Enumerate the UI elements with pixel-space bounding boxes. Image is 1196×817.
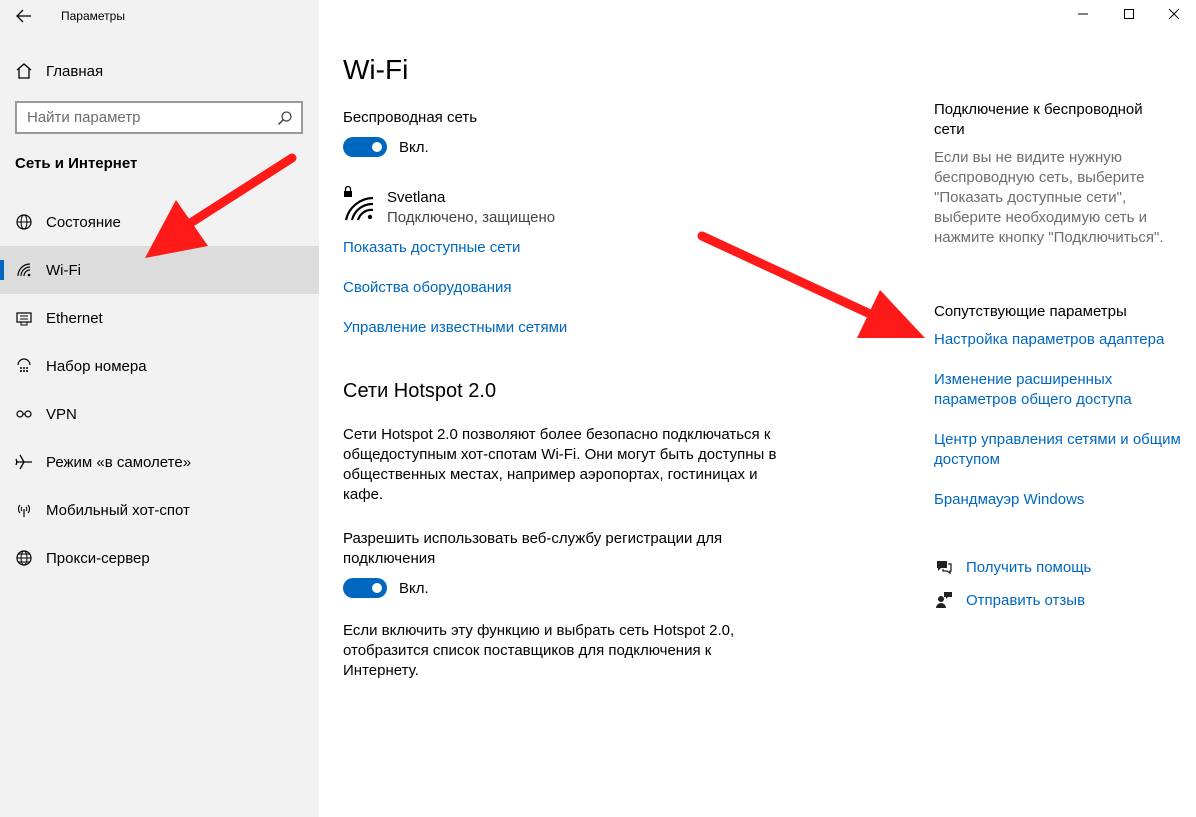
show-available-networks-link[interactable]: Показать доступные сети: [343, 239, 520, 256]
get-help-link[interactable]: Получить помощь: [966, 559, 1091, 576]
adapter-settings-link[interactable]: Настройка параметров адаптера: [934, 330, 1184, 350]
search-input[interactable]: [27, 109, 267, 126]
proxy-globe-icon: [15, 549, 33, 567]
sidebar-item-label: Режим «в самолете»: [46, 453, 192, 471]
sidebar-item-status[interactable]: Состояние: [0, 198, 319, 246]
ethernet-icon: [15, 309, 33, 327]
send-feedback-row[interactable]: Отправить отзыв: [934, 590, 1085, 610]
hotspot-icon: [15, 501, 33, 519]
feedback-person-icon: [934, 590, 954, 610]
network-center-link[interactable]: Центр управления сетями и общим доступом: [934, 430, 1184, 470]
back-arrow-icon[interactable]: [14, 6, 34, 26]
advanced-sharing-link[interactable]: Изменение расширенных параметров общего …: [934, 370, 1184, 410]
search-icon[interactable]: [277, 110, 293, 126]
close-icon: [1168, 8, 1180, 20]
dialup-icon: [15, 357, 33, 375]
hotspot-toggle[interactable]: [343, 578, 387, 598]
sidebar-item-ethernet[interactable]: Ethernet: [0, 294, 319, 342]
hotspot-allow-label: Разрешить использовать веб-службу регист…: [343, 530, 723, 567]
hotspot-title: Сети Hotspot 2.0: [343, 380, 497, 402]
minimize-button[interactable]: [1073, 4, 1093, 24]
get-help-row[interactable]: Получить помощь: [934, 557, 1091, 577]
home-label: Главная: [46, 62, 104, 80]
firewall-link[interactable]: Брандмауэр Windows: [934, 490, 1184, 510]
sidebar-item-label: Мобильный хот-спот: [46, 501, 190, 519]
wireless-toggle[interactable]: [343, 137, 387, 157]
sidebar-item-label: Wi-Fi: [46, 261, 81, 279]
sidebar-item-hotspot[interactable]: Мобильный хот-спот: [0, 486, 319, 534]
section-title: Сеть и Интернет: [15, 155, 138, 172]
app-title: Параметры: [61, 9, 125, 23]
vpn-icon: [15, 405, 33, 423]
sidebar-item-proxy[interactable]: Прокси-сервер: [0, 534, 319, 582]
network-name: Svetlana: [387, 189, 446, 206]
hardware-properties-link[interactable]: Свойства оборудования: [343, 279, 512, 296]
secured-wifi-icon: [343, 185, 375, 222]
hotspot-description: Сети Hotspot 2.0 позволяют более безопас…: [343, 426, 777, 503]
search-box[interactable]: [15, 101, 303, 134]
wireless-toggle-label: Вкл.: [399, 139, 429, 156]
sidebar-nav: Состояние Wi-Fi Ethernet Набор номера VP…: [0, 198, 319, 582]
home-nav-item[interactable]: Главная: [15, 60, 103, 82]
sidebar-item-label: Ethernet: [46, 309, 103, 327]
arrow-to-adapter: [697, 231, 925, 338]
maximize-button[interactable]: [1119, 4, 1139, 24]
connect-heading: Подключение к беспроводной сети: [934, 101, 1143, 138]
sidebar-item-label: Состояние: [46, 213, 121, 231]
globe-status-icon: [15, 213, 33, 231]
sidebar-item-vpn[interactable]: VPN: [0, 390, 319, 438]
connect-description: Если вы не видите нужную беспроводную се…: [934, 149, 1164, 246]
wireless-label: Беспроводная сеть: [343, 109, 478, 126]
sidebar-item-wifi[interactable]: Wi-Fi: [0, 246, 319, 294]
maximize-icon: [1124, 9, 1134, 19]
sidebar-item-dialup[interactable]: Набор номера: [0, 342, 319, 390]
hotspot-toggle-label: Вкл.: [399, 580, 429, 597]
sidebar-item-label: Набор номера: [46, 357, 147, 375]
close-button[interactable]: [1164, 4, 1184, 24]
sidebar-item-airplane[interactable]: Режим «в самолете»: [0, 438, 319, 486]
related-heading: Сопутствующие параметры: [934, 303, 1127, 320]
help-chat-icon: [934, 557, 954, 577]
sidebar-item-label: Прокси-сервер: [46, 549, 150, 567]
airplane-icon: [15, 453, 33, 471]
wifi-icon: [15, 261, 33, 279]
page-title: Wi-Fi: [343, 54, 409, 85]
home-icon: [15, 62, 33, 80]
sidebar-item-label: VPN: [46, 405, 77, 423]
hotspot-note: Если включить эту функцию и выбрать сеть…: [343, 622, 735, 679]
send-feedback-link[interactable]: Отправить отзыв: [966, 592, 1085, 609]
sidebar: Параметры Главная Сеть и Интернет Состоя…: [0, 0, 319, 817]
minimize-icon: [1078, 13, 1088, 15]
network-status: Подключено, защищено: [387, 209, 556, 226]
manage-known-networks-link[interactable]: Управление известными сетями: [343, 319, 567, 336]
